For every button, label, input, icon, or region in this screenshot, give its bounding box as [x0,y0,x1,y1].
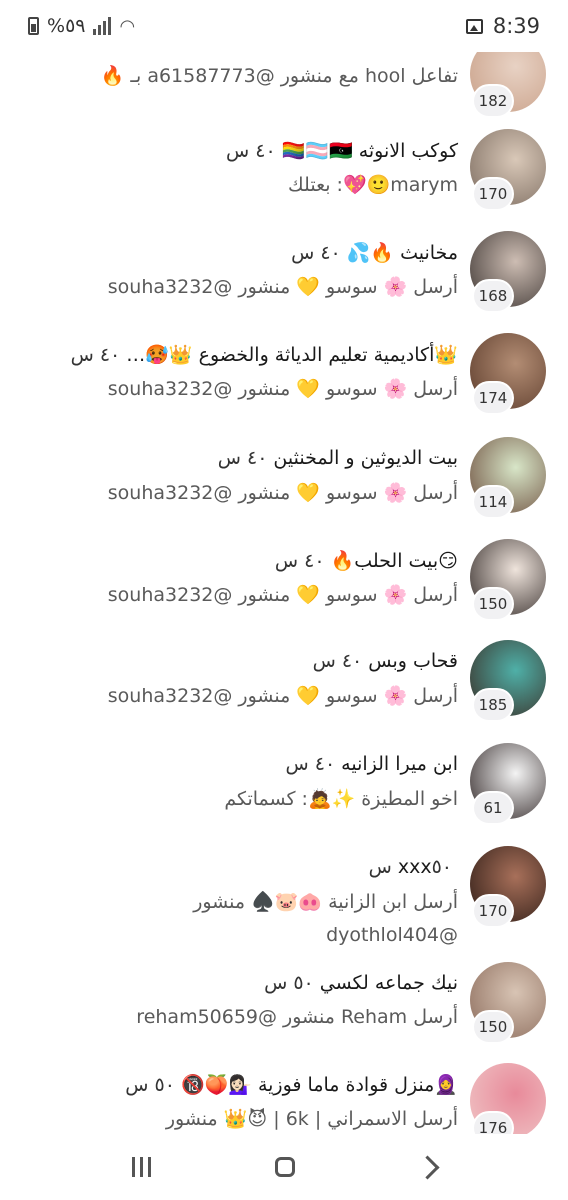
member-count-badge: 170 [474,896,512,926]
chat-title-line: كوكب الانوثه 🇱🇾🏳️‍⚧️🏳️‍🌈٤٠ س [226,139,458,162]
chat-preview: أرسل ابن الزانية 🐽🐷♠️ منشور [193,891,458,913]
chat-title-line: xxx٥٠ س [369,856,458,878]
chat-name: 👑أكاديمية تعليم الدياثة والخضوع 👑🥵… [126,344,458,366]
chat-title-line: 😏بيت الحلب🔥٤٠ س [275,549,458,572]
chat-time: ٤٠ س [217,447,268,469]
signal-icon [93,17,112,35]
chat-preview: أرسل 🌸 سوسو 💛 منشور @souha3232 [107,378,458,400]
chat-title-line: نيك جماعه لكسي٥٠ س [264,972,458,994]
chat-preview-continued: @dyothlol404 [326,924,458,946]
chat-row[interactable]: 170 كوكب الانوثه 🇱🇾🏳️‍⚧️🏳️‍🌈٤٠ س marym🙂💖: … [0,121,568,221]
chat-title-line: ابن ميرا الزانيه٤٠ س [286,753,458,775]
chat-name: بيت الديوثين و المخنثين [273,447,458,469]
member-count-badge: 114 [474,487,512,517]
back-icon[interactable] [415,1154,440,1180]
chat-row[interactable]: 150 😏بيت الحلب🔥٤٠ س أرسل 🌸 سوسو 💛 منشور @s… [0,531,568,631]
member-count-badge: 185 [474,690,512,720]
chat-name: مخانيث 🔥💦 [346,242,458,264]
navigation-bar [0,1134,568,1200]
member-count-badge: 182 [474,86,512,116]
chat-time: ٤٠ س [226,140,276,162]
chat-name: xxx [397,856,432,878]
member-count-badge: 150 [474,1012,512,1042]
chat-name: 🧕منزل قوادة ماما فوزية 💁🏻‍♀️🍑🔞 [180,1074,458,1096]
home-icon[interactable] [275,1157,295,1177]
chat-row[interactable]: 170 xxx٥٠ س أرسل ابن الزانية 🐽🐷♠️ منشور @dy… [0,838,568,946]
chat-preview: أرسل الاسمراني | 6k | 😈👑 منشور [165,1108,458,1130]
chat-list[interactable]: 182 تفاعل hool مع منشور @a61587773 بـ 🔥 17… [0,18,568,1134]
chat-preview: أرسل 🌸 سوسو 💛 منشور @souha3232 [107,276,458,298]
chat-row[interactable]: 114 بيت الديوثين و المخنثين٤٠ س أرسل 🌸 سوس… [0,429,568,529]
chat-title-line: مخانيث 🔥💦٤٠ س [291,241,458,264]
chat-preview: تفاعل hool مع منشور @a61587773 بـ 🔥 [100,65,458,87]
chat-time: ٥٠ س [125,1074,175,1096]
wifi-icon: ◠ [119,15,136,37]
chat-time: ٤٠ س [285,753,336,775]
chat-name: قحاب وبس [368,650,458,672]
chat-row[interactable]: 61 ابن ميرا الزانيه٤٠ س اخو المطيزة ✨🙇: كس… [0,735,568,835]
chat-time: ٥٠ س [264,972,314,994]
chat-preview: marym🙂💖: بعتلك [288,174,458,196]
status-bar-left: %٥٩ ◠ [28,15,135,37]
member-count-badge: 170 [474,179,512,209]
chat-preview: اخو المطيزة ✨🙇: كسماتكم [224,788,458,810]
battery-level: %٥٩ [47,15,86,37]
chat-row[interactable]: 168 مخانيث 🔥💦٤٠ س أرسل 🌸 سوسو 💛 منشور @sou… [0,223,568,323]
chat-name: كوكب الانوثه 🇱🇾🏳️‍⚧️🏳️‍🌈 [281,140,458,162]
chat-title-line: قحاب وبس٤٠ س [313,650,458,672]
chat-preview: أرسل Reham منشور @reham50659 [136,1006,458,1028]
member-count-badge: 174 [474,383,512,413]
chat-title-line: بيت الديوثين و المخنثين٤٠ س [218,447,458,469]
clock: 8:39 [492,14,540,38]
member-count-badge: 176 [474,1113,512,1134]
member-count-badge: 168 [474,281,512,311]
chat-preview: أرسل 🌸 سوسو 💛 منشور @souha3232 [107,685,458,707]
member-count-badge: 150 [474,589,512,619]
chat-title-line: 🧕منزل قوادة ماما فوزية 💁🏻‍♀️🍑🔞٥٠ س [125,1073,458,1096]
chat-preview: أرسل 🌸 سوسو 💛 منشور @souha3232 [107,584,458,606]
chat-row[interactable]: 176 🧕منزل قوادة ماما فوزية 💁🏻‍♀️🍑🔞٥٠ س أرس… [0,1055,568,1134]
chat-time: ٤٠ س [312,650,363,672]
chat-row[interactable]: 150 نيك جماعه لكسي٥٠ س أرسل Reham منشور @r… [0,954,568,1054]
chat-row[interactable]: 174 👑أكاديمية تعليم الدياثة والخضوع 👑🥵…٤٠… [0,325,568,425]
chat-name: ابن ميرا الزانيه [341,753,458,775]
battery-icon [28,17,39,35]
chat-name: 😏بيت الحلب🔥 [330,550,458,572]
chat-title-line: 👑أكاديمية تعليم الدياثة والخضوع 👑🥵…٤٠ س [71,343,458,366]
status-bar: %٥٩ ◠ 8:39 [0,0,568,52]
recent-apps-icon[interactable] [132,1157,151,1177]
chat-time: ٤٠ س [291,242,341,264]
status-bar-right: 8:39 [465,14,540,38]
chat-time: ٤٠ س [274,550,325,572]
chat-preview: أرسل 🌸 سوسو 💛 منشور @souha3232 [107,482,458,504]
chat-name: نيك جماعه لكسي [319,972,458,994]
chat-row[interactable]: 185 قحاب وبس٤٠ س أرسل 🌸 سوسو 💛 منشور @souh… [0,632,568,732]
image-notification-icon [465,18,483,34]
chat-time: ٤٠ س [70,344,121,366]
member-count-badge: 61 [474,793,512,823]
